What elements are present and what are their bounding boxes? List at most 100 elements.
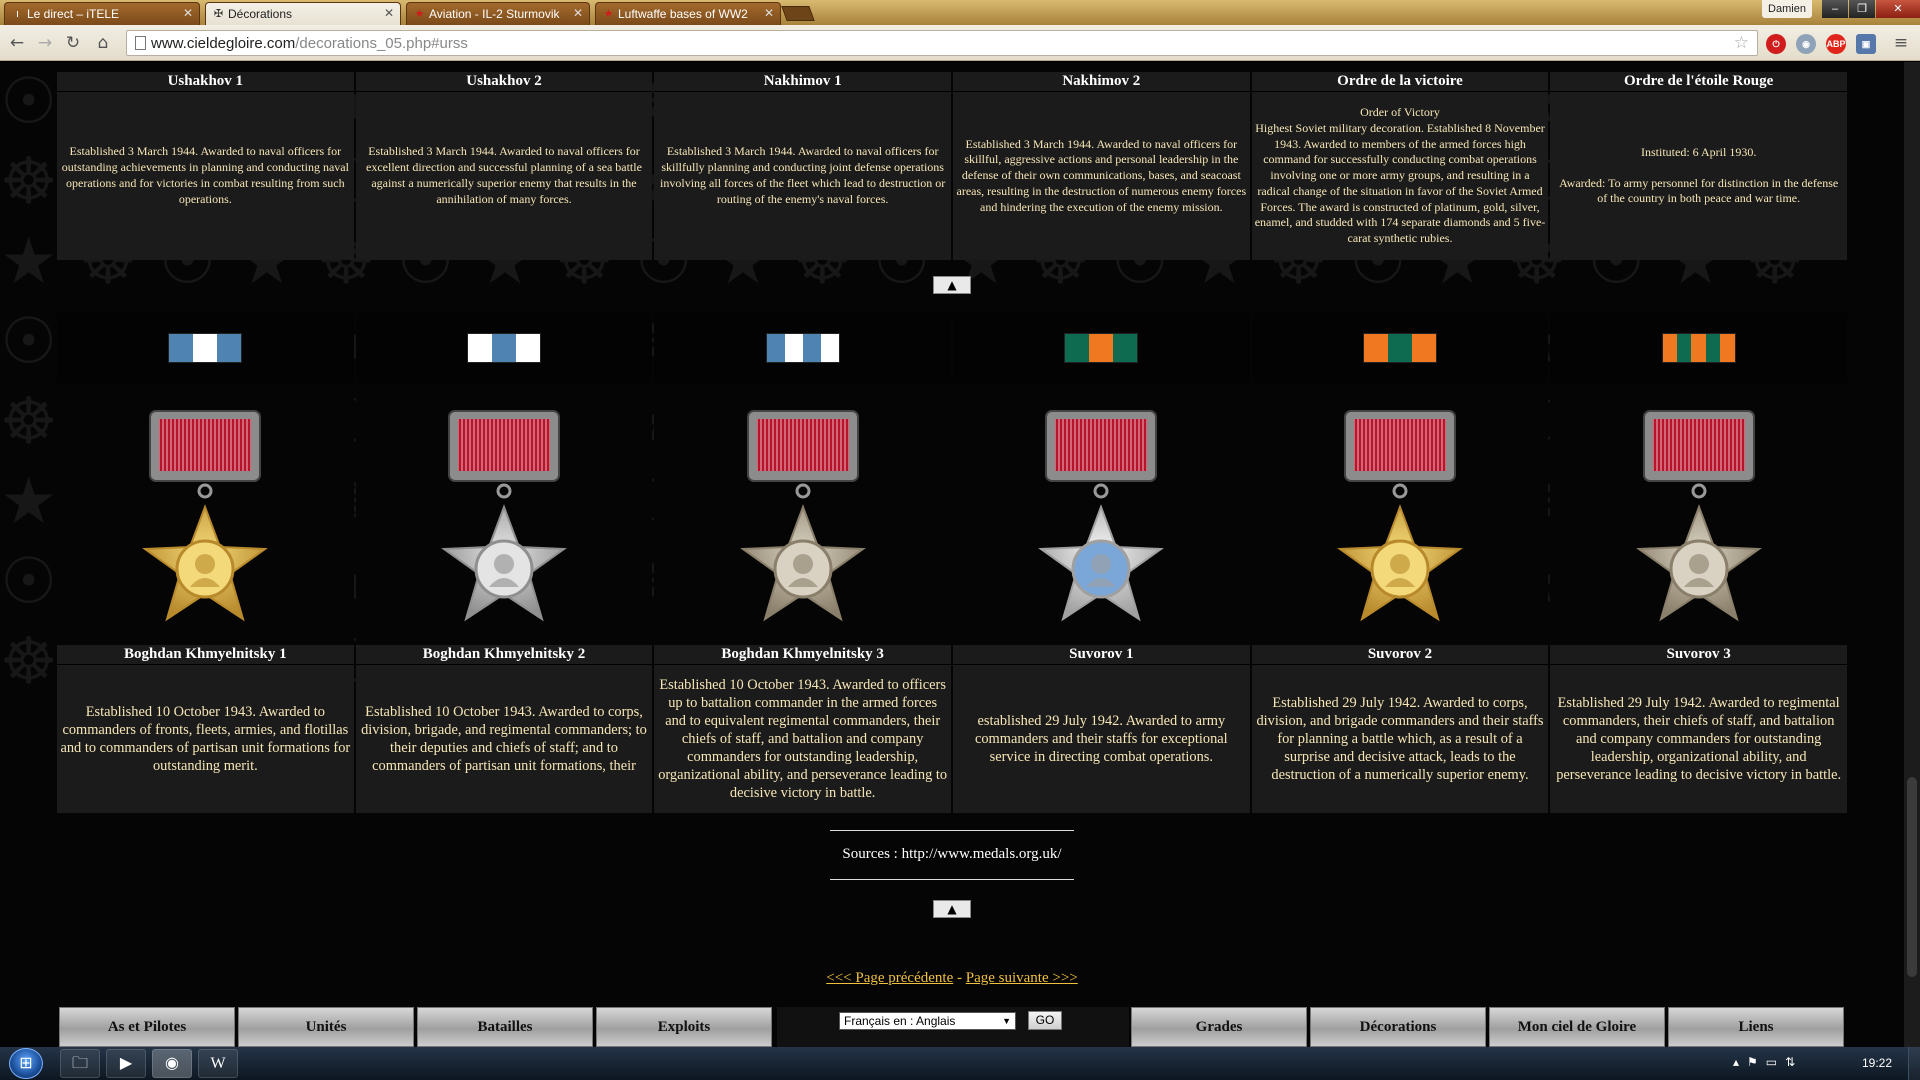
navigation-bar: ← → ↻ ⌂ www.cieldegloire.com/decorations… bbox=[0, 25, 1920, 61]
tab-close-icon[interactable]: ✕ bbox=[384, 6, 394, 20]
power-extension-icon[interactable]: ⏻ bbox=[1766, 34, 1786, 54]
address-bar[interactable]: www.cieldegloire.com/decorations_05.php#… bbox=[126, 30, 1758, 56]
profile-button[interactable]: Damien bbox=[1762, 0, 1812, 18]
medal-image-cell bbox=[952, 383, 1250, 645]
medal-name: Boghdan Khmyelnitsky 3 bbox=[654, 645, 951, 665]
description-text: Order of Victory bbox=[1360, 104, 1440, 119]
reload-icon[interactable]: ↻ bbox=[62, 32, 84, 54]
footer-nav: As et Pilotes Unités Batailles Exploits … bbox=[57, 1005, 1847, 1047]
extension-icon[interactable]: ▣ bbox=[1856, 34, 1876, 54]
show-desktop-button[interactable] bbox=[1908, 1047, 1920, 1080]
description-text: Established 3 March 1944. Awarded to nav… bbox=[61, 144, 349, 206]
medal-icon bbox=[739, 410, 866, 622]
ribbon-bar bbox=[1064, 333, 1139, 363]
nav-mon-ciel-de-gloire[interactable]: Mon ciel de Gloire bbox=[1489, 1007, 1665, 1047]
medal-description: Established 10 October 1943. Awarded to … bbox=[57, 665, 354, 813]
adblock-icon[interactable]: ABP bbox=[1826, 34, 1846, 54]
close-window-button[interactable]: ✕ bbox=[1876, 0, 1920, 18]
nav-liens[interactable]: Liens bbox=[1668, 1007, 1844, 1047]
maximize-button[interactable]: ❐ bbox=[1849, 0, 1875, 18]
medal-description: Established 10 October 1943. Awarded to … bbox=[355, 665, 653, 813]
ribbon-cell bbox=[1550, 313, 1847, 383]
url-host: www.cieldegloire.com bbox=[151, 35, 296, 52]
description-text: Established 3 March 1944. Awarded to nav… bbox=[660, 144, 946, 206]
dropdown-arrow-icon: ▼ bbox=[1002, 1016, 1011, 1026]
nav-grades[interactable]: Grades bbox=[1131, 1007, 1307, 1047]
ribbon-bar bbox=[466, 333, 541, 363]
page-icon bbox=[135, 36, 146, 50]
folder-icon[interactable]: 🗀 bbox=[60, 1049, 100, 1078]
nav-batailles[interactable]: Batailles bbox=[417, 1007, 593, 1047]
star-icon: ★ bbox=[603, 8, 614, 20]
tab-label: Aviation - IL-2 Sturmovik bbox=[429, 7, 560, 21]
windows-taskbar: ⊞ 🗀 ▶ ◉ W ▴⚑▭⇅ 19:22 bbox=[0, 1047, 1920, 1080]
tab-2[interactable]: ★ Aviation - IL-2 Sturmovik ✕ bbox=[406, 2, 590, 25]
column-title: Ordre de l'étoile Rouge bbox=[1550, 72, 1847, 92]
medal-description: Established 10 October 1943. Awarded to … bbox=[654, 665, 951, 813]
scrollbar-thumb[interactable] bbox=[1907, 777, 1917, 977]
back-to-top-button[interactable]: ▲ bbox=[933, 276, 971, 294]
language-select[interactable]: Français en : Anglais ▼ bbox=[839, 1012, 1016, 1030]
description-text: Instituted: 6 April 1930. bbox=[1640, 144, 1757, 159]
nav-as-et-pilotes[interactable]: As et Pilotes bbox=[59, 1007, 235, 1047]
back-to-top-button-2[interactable]: ▲ bbox=[933, 900, 971, 918]
medal-name: Suvorov 3 bbox=[1550, 645, 1847, 665]
medal-description-text: established 29 July 1942. Awarded to arm… bbox=[974, 713, 1228, 765]
url-path: /decorations_05.php#urss bbox=[295, 35, 468, 52]
description-cell: Established 3 March 1944. Awarded to nav… bbox=[654, 92, 951, 260]
column-title: Ushakhov 2 bbox=[355, 72, 653, 92]
nav-exploits[interactable]: Exploits bbox=[596, 1007, 772, 1047]
medal-image-cell bbox=[355, 383, 653, 645]
medal-image-cell bbox=[1550, 383, 1847, 645]
new-tab-button[interactable] bbox=[781, 6, 815, 21]
medal-description-text: Established 10 October 1943. Awarded to … bbox=[658, 677, 948, 801]
medal-description-text: Established 10 October 1943. Awarded to … bbox=[60, 704, 351, 774]
tab-close-icon[interactable]: ✕ bbox=[573, 6, 583, 20]
medal-description: Established 29 July 1942. Awarded to reg… bbox=[1550, 665, 1847, 813]
nav-unites[interactable]: Unités bbox=[238, 1007, 414, 1047]
sources-text: Sources : http://www.medals.org.uk/ bbox=[830, 830, 1074, 880]
previous-page-link[interactable]: <<< Page précédente bbox=[826, 970, 953, 986]
tab-3[interactable]: ★ Luftwaffe bases of WW2 ✕ bbox=[595, 2, 781, 25]
tab-strip: ı Le direct – iTELE ✕ ✠ Décorations ✕ ★ Aviatio… bbox=[0, 0, 1920, 26]
minimize-button[interactable]: – bbox=[1822, 0, 1848, 18]
tab-close-icon[interactable]: ✕ bbox=[183, 6, 193, 20]
description-text: Established 3 March 1944. Awarded to nav… bbox=[366, 144, 642, 206]
system-tray[interactable]: ▴⚑▭⇅ bbox=[1733, 1055, 1803, 1069]
column-title: Nakhimov 2 bbox=[952, 72, 1250, 92]
page-scrollbar[interactable] bbox=[1904, 62, 1920, 1047]
medal-name: Boghdan Khmyelnitsky 1 bbox=[57, 645, 354, 665]
medals-table: Boghdan Khmyelnitsky 1 Boghdan Khmyelnits… bbox=[57, 313, 1847, 813]
column-title: Nakhimov 1 bbox=[654, 72, 951, 92]
tab-1[interactable]: ✠ Décorations ✕ bbox=[205, 2, 401, 26]
clock: 19:22 bbox=[1861, 1056, 1892, 1070]
site-icon: ✠ bbox=[213, 8, 224, 20]
star-icon: ★ bbox=[414, 8, 425, 20]
word-icon[interactable]: W bbox=[198, 1049, 238, 1078]
next-page-link[interactable]: Page suivante >>> bbox=[966, 970, 1078, 986]
globe-extension-icon[interactable]: ◉ bbox=[1796, 34, 1816, 54]
start-button[interactable]: ⊞ bbox=[9, 1048, 43, 1079]
nav-decorations[interactable]: Décorations bbox=[1310, 1007, 1486, 1047]
go-button[interactable]: GO bbox=[1028, 1011, 1062, 1030]
pagination-separator: - bbox=[953, 970, 966, 986]
medal-name: Boghdan Khmyelnitsky 2 bbox=[355, 645, 653, 665]
ribbon-bar bbox=[1661, 333, 1736, 363]
description-cell: Instituted: 6 April 1930. Awarded: To arm… bbox=[1550, 92, 1847, 260]
ribbon-bar bbox=[1362, 333, 1437, 363]
description-text: Established 3 March 1944. Awarded to nav… bbox=[956, 136, 1247, 214]
menu-icon[interactable]: ≡ bbox=[1890, 32, 1912, 54]
ribbon-cell bbox=[654, 313, 951, 383]
medal-icon bbox=[142, 410, 269, 622]
bookmark-star-icon[interactable]: ☆ bbox=[1734, 33, 1749, 53]
media-player-icon[interactable]: ▶ bbox=[106, 1049, 146, 1078]
medal-description: established 29 July 1942. Awarded to arm… bbox=[952, 665, 1250, 813]
tab-0[interactable]: ı Le direct – iTELE ✕ bbox=[4, 2, 200, 25]
medal-description-text: Established 10 October 1943. Awarded to … bbox=[361, 704, 647, 774]
tab-close-icon[interactable]: ✕ bbox=[764, 6, 774, 20]
chrome-icon[interactable]: ◉ bbox=[152, 1049, 192, 1078]
home-icon[interactable]: ⌂ bbox=[92, 32, 114, 54]
back-icon[interactable]: ← bbox=[6, 32, 28, 54]
forward-icon[interactable]: → bbox=[34, 32, 56, 54]
tab-label: Luftwaffe bases of WW2 bbox=[618, 7, 748, 21]
